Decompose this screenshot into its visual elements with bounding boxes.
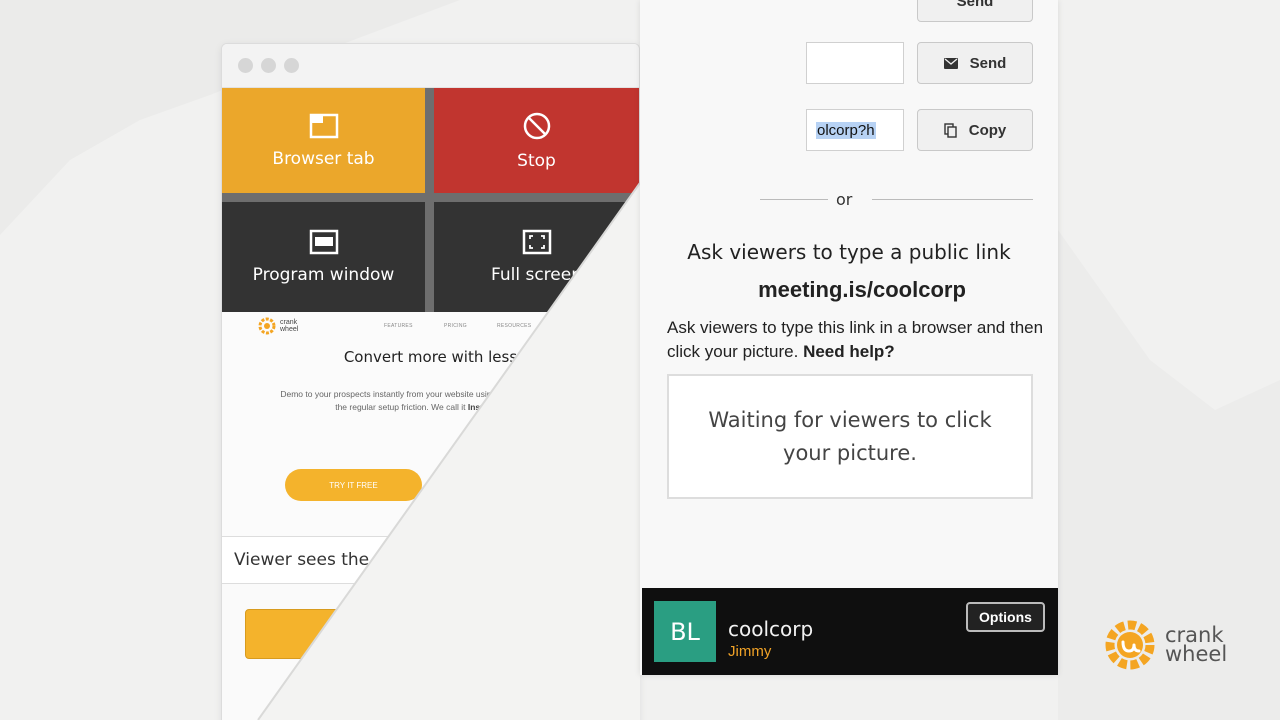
browser-tab-label: Browser tab: [272, 148, 375, 169]
company-name: coolcorp: [728, 617, 814, 641]
crankwheel-brand: crank wheel: [1103, 618, 1227, 672]
copy-label: Copy: [968, 121, 1007, 139]
options-button[interactable]: Options: [966, 602, 1045, 632]
stop-label: Stop: [517, 150, 556, 171]
link-field-value: olcorp?h: [816, 122, 876, 139]
browser-window-mock: Browser tab Stop Program window Full scr…: [221, 43, 640, 720]
crankwheel-logo-icon: [258, 317, 276, 335]
preview-headline: Convert more with less: [343, 348, 518, 366]
copy-button[interactable]: Copy: [917, 109, 1033, 151]
or-divider-left: [760, 199, 828, 200]
public-link-url[interactable]: meeting.is/coolcorp: [640, 277, 1084, 303]
user-name: Jimmy: [728, 643, 772, 660]
preview-login-button[interactable]: LOG IN: [550, 318, 590, 333]
browser-tab-icon: [309, 113, 338, 138]
program-window-icon: [309, 229, 338, 255]
crankwheel-logo-icon: [1105, 620, 1155, 670]
preview-subtext-body: Demo to your prospects instantly from yo…: [280, 389, 584, 412]
browser-titlebar: [222, 44, 639, 88]
window-dot-close[interactable]: [238, 58, 253, 73]
public-link-title: Ask viewers to type a public link: [687, 240, 1011, 264]
send-button-top[interactable]: Send: [917, 0, 1033, 22]
preview-see-how-button[interactable]: SEE H: [436, 469, 556, 501]
share-options-grid: Browser tab Stop Program window Full scr…: [222, 88, 639, 312]
full-screen-icon: [522, 229, 551, 255]
program-window-label: Program window: [252, 265, 395, 285]
preview-nav-features[interactable]: FEATURES: [384, 323, 413, 329]
preview-nav-pricing[interactable]: PRICING: [444, 323, 467, 329]
or-divider-right: [872, 199, 1033, 200]
full-screen-label: Full screen: [491, 265, 582, 285]
viewer-caption: Viewer sees the above: [222, 536, 639, 584]
public-link-instructions: Ask viewers to type this link in a brows…: [667, 316, 1047, 364]
add-button[interactable]: +: [245, 609, 445, 659]
preview-logo-text-1: crank: [280, 319, 298, 326]
window-dot-minimize[interactable]: [261, 58, 276, 73]
send-button[interactable]: Send: [917, 42, 1033, 84]
preview-try-free-button[interactable]: TRY IT FREE: [285, 469, 422, 501]
preview-logo-text-2: wheel: [280, 326, 299, 333]
copy-icon: [944, 122, 957, 138]
program-window-button[interactable]: Program window: [222, 202, 425, 312]
send-label: Send: [969, 54, 1007, 72]
or-label: or: [836, 190, 853, 209]
avatar[interactable]: BL: [654, 601, 716, 662]
shared-page-preview: crank wheel FEATURES PRICING RESOURCES LO…: [222, 312, 639, 536]
full-screen-button[interactable]: Full screen: [434, 202, 639, 312]
send-label-top: Send: [956, 0, 994, 10]
mail-icon: [943, 57, 958, 69]
preview-subtext: Demo to your prospects instantly from yo…: [277, 388, 587, 414]
browser-tab-button[interactable]: Browser tab: [222, 88, 425, 193]
preview-subtext-bold: Instant Demos.: [467, 402, 529, 412]
stop-button[interactable]: Stop: [434, 88, 639, 193]
waiting-box: Waiting for viewers to click your pictur…: [667, 374, 1033, 499]
stop-icon: [523, 112, 550, 139]
preview-nav-resources[interactable]: RESOURCES: [497, 323, 531, 329]
need-help-link[interactable]: Need help?: [803, 342, 895, 361]
window-dot-maximize[interactable]: [284, 58, 299, 73]
preview-logo: crank wheel: [258, 317, 298, 335]
email-input[interactable]: [806, 42, 904, 84]
brand-text-2: wheel: [1165, 642, 1228, 666]
